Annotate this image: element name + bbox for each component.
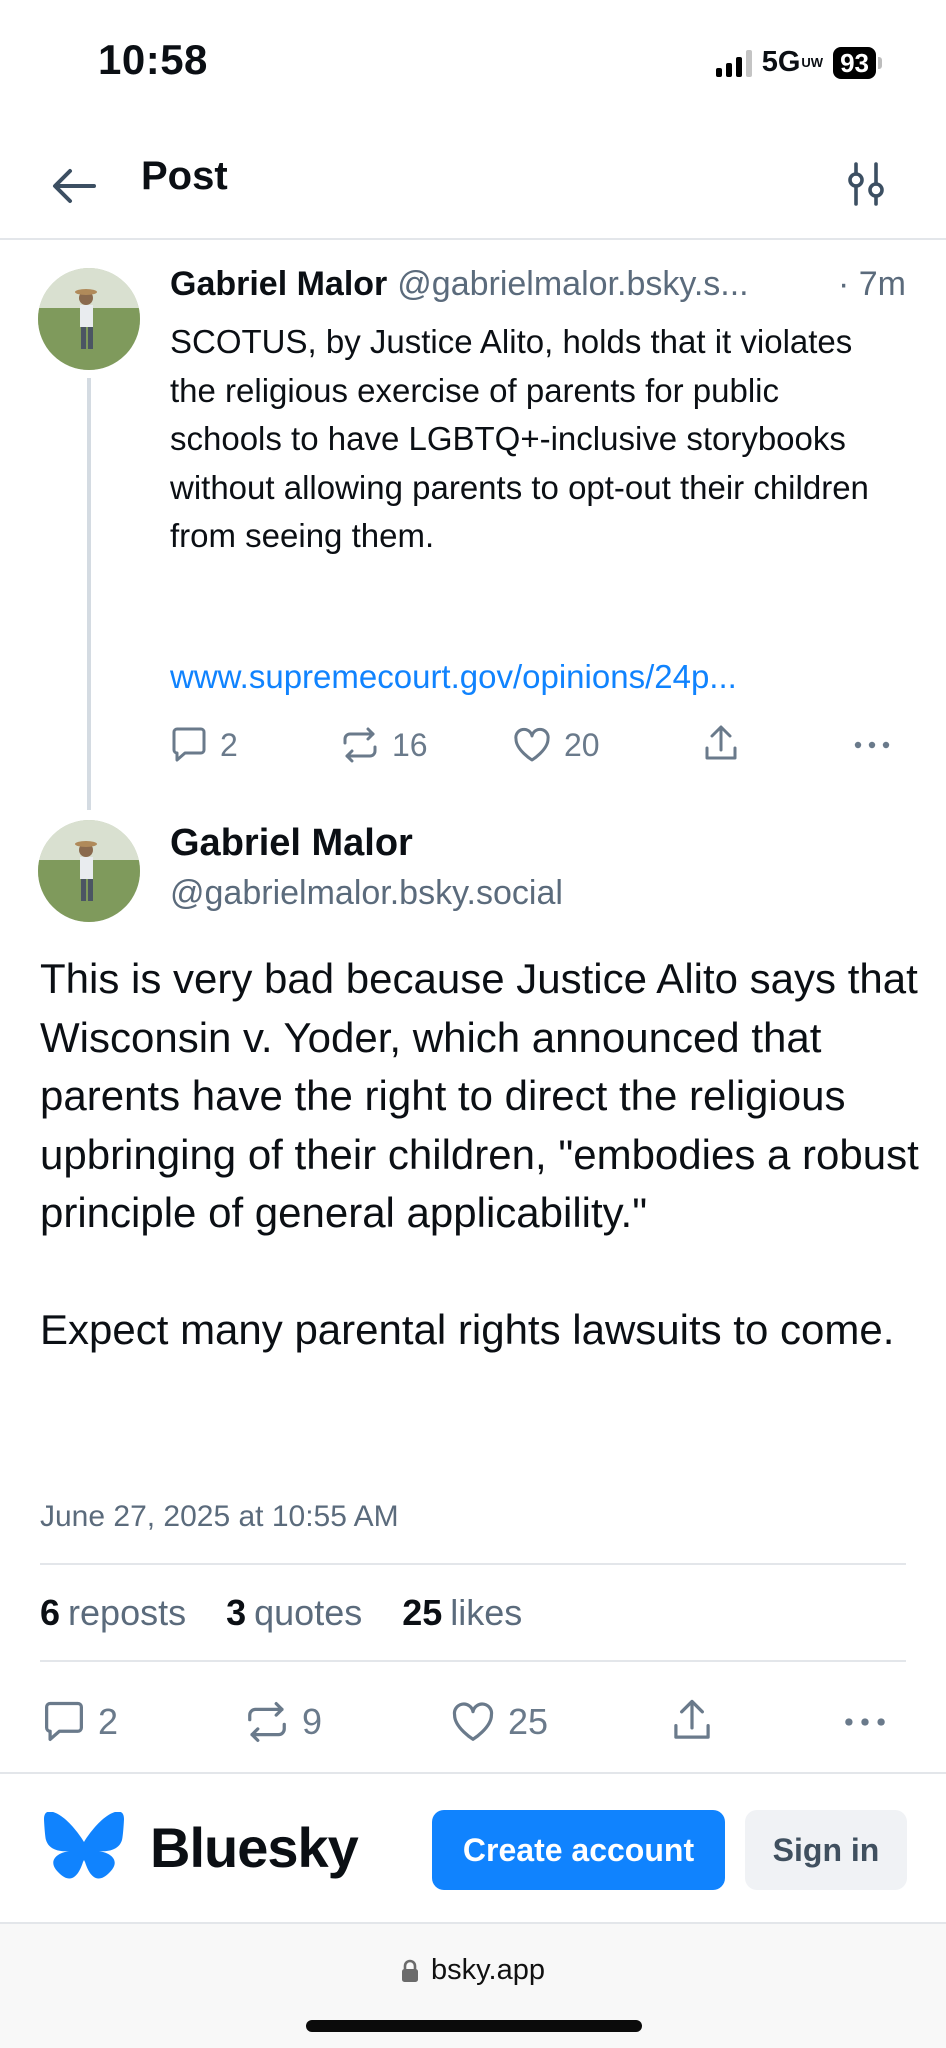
share-icon — [705, 725, 737, 760]
author-name[interactable]: Gabriel Malor — [170, 822, 413, 865]
post-stats: 6 reposts 3 quotes 25 likes — [40, 1592, 522, 1634]
quotes-count: 3 — [226, 1592, 247, 1633]
bluesky-logo[interactable]: Bluesky — [44, 1812, 359, 1882]
like-count: 25 — [508, 1701, 549, 1742]
author-name[interactable]: Gabriel Malor — [170, 265, 387, 304]
url-text: bsky.app — [431, 1954, 545, 1986]
sign-in-button[interactable]: Sign in — [745, 1810, 907, 1890]
filter-sliders-icon — [848, 162, 884, 206]
post-actions: 2 16 20 — [170, 722, 900, 772]
signup-bar: Bluesky Create account Sign in — [0, 1772, 946, 1924]
share-icon — [674, 1699, 710, 1739]
home-indicator[interactable] — [306, 2020, 642, 2032]
repost-icon — [343, 727, 377, 763]
author-handle[interactable]: @gabrielmalor.bsky.s... — [397, 265, 830, 304]
reply-button[interactable]: 2 — [42, 1700, 118, 1744]
battery-level: 93 — [833, 46, 876, 79]
back-button[interactable] — [44, 156, 104, 216]
quotes-stat[interactable]: 3 quotes — [226, 1592, 362, 1634]
like-button[interactable]: 20 — [512, 726, 600, 764]
repost-count: 9 — [302, 1701, 323, 1742]
browser-url-bar: bsky.app — [0, 1924, 946, 2048]
reply-icon — [172, 727, 206, 762]
page-title: Post — [141, 154, 228, 198]
main-post-author: Gabriel Malor @gabrielmalor.bsky.social — [0, 810, 946, 930]
likes-count: 25 — [402, 1592, 443, 1633]
page-header: Post — [0, 130, 946, 240]
main-post-actions: 2 9 25 — [40, 1692, 906, 1752]
like-button[interactable]: 25 — [450, 1700, 548, 1744]
thread-line — [87, 378, 91, 810]
repost-count: 16 — [392, 726, 428, 763]
more-icon — [845, 1718, 885, 1726]
reposts-stat[interactable]: 6 reposts — [40, 1592, 186, 1634]
divider — [40, 1563, 906, 1565]
brand-name: Bluesky — [150, 1815, 359, 1879]
likes-label: likes — [450, 1592, 523, 1633]
status-indicators: 5G UW 93 — [715, 46, 882, 79]
parent-post[interactable]: Gabriel Malor @gabrielmalor.bsky.s... · … — [0, 240, 946, 810]
thread-options-button[interactable] — [836, 154, 896, 214]
post-header: Gabriel Malor @gabrielmalor.bsky.s... · … — [170, 265, 906, 304]
network-indicator: 5G UW — [762, 46, 823, 79]
avatar[interactable] — [38, 820, 140, 922]
post-text: SCOTUS, by Justice Alito, holds that it … — [170, 323, 869, 554]
reply-button[interactable]: 2 — [170, 726, 238, 764]
create-account-button[interactable]: Create account — [432, 1810, 725, 1890]
post-time: · 7m — [838, 265, 906, 303]
repost-icon — [248, 1701, 286, 1743]
battery-icon: 93 — [833, 46, 882, 79]
signal-icon — [715, 49, 752, 77]
like-count: 20 — [564, 726, 600, 763]
back-arrow-icon — [53, 169, 96, 203]
network-suffix: UW — [801, 55, 824, 70]
address-field[interactable]: bsky.app — [0, 1954, 946, 1987]
likes-stat[interactable]: 25 likes — [402, 1592, 522, 1634]
share-button[interactable] — [670, 1698, 714, 1744]
reply-count: 2 — [220, 726, 238, 763]
quotes-label: quotes — [254, 1592, 363, 1633]
reposts-label: reposts — [68, 1592, 187, 1633]
more-button[interactable] — [842, 1700, 888, 1744]
reply-count: 2 — [98, 1701, 119, 1742]
butterfly-logo-icon — [44, 1812, 124, 1879]
more-button[interactable] — [852, 726, 892, 764]
like-icon — [452, 1702, 494, 1741]
repost-button[interactable]: 9 — [244, 1700, 322, 1744]
lock-icon — [402, 1959, 419, 1982]
like-icon — [514, 727, 550, 762]
share-button[interactable] — [702, 724, 740, 764]
avatar[interactable] — [38, 268, 140, 370]
divider — [40, 1660, 906, 1662]
main-post-text: This is very bad because Justice Alito s… — [40, 955, 919, 1353]
more-icon — [854, 741, 890, 749]
repost-button[interactable]: 16 — [340, 726, 428, 764]
status-time: 10:58 — [98, 36, 208, 83]
network-label: 5G — [761, 46, 801, 78]
reply-icon — [45, 1701, 83, 1741]
reposts-count: 6 — [40, 1592, 61, 1633]
author-handle[interactable]: @gabrielmalor.bsky.social — [170, 874, 563, 913]
status-bar: 10:58 5G UW 93 — [0, 0, 946, 130]
post-link[interactable]: www.supremecourt.gov/opinions/24p... — [170, 658, 737, 696]
post-date: June 27, 2025 at 10:55 AM — [40, 1500, 399, 1533]
